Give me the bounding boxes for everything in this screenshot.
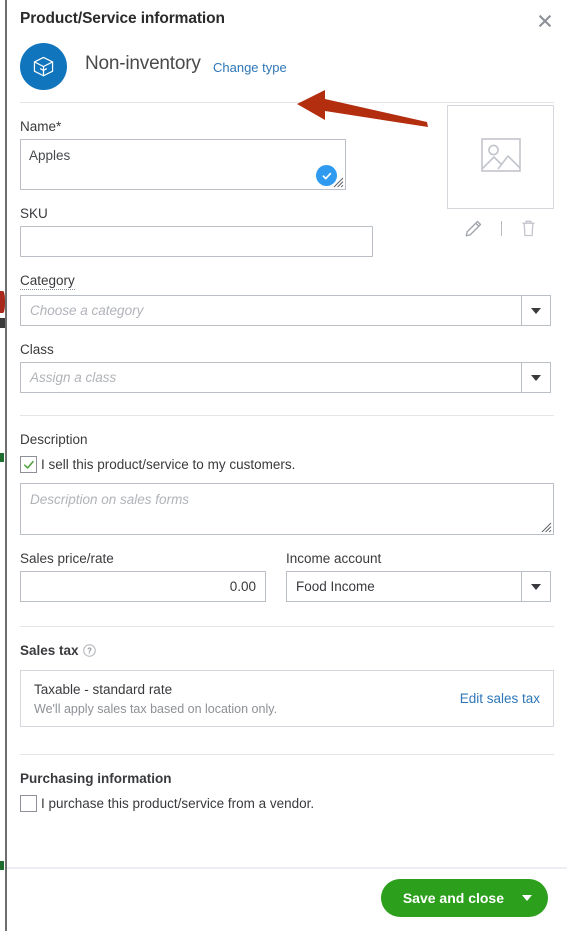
section-divider (20, 415, 554, 416)
class-dropdown[interactable]: Assign a class (20, 362, 551, 393)
pencil-icon[interactable] (464, 219, 483, 238)
modal-panel: Product/Service information Non-inventor… (7, 0, 567, 931)
income-account-value: Food Income (296, 579, 375, 594)
name-value: Apples (29, 148, 71, 163)
description-input[interactable]: Description on sales forms (20, 483, 554, 535)
save-and-close-button[interactable]: Save and close (380, 879, 548, 917)
sales-price-input[interactable]: 0.00 (20, 571, 266, 602)
category-dropdown[interactable]: Choose a category (20, 295, 551, 326)
modal-footer: Save and close (7, 869, 567, 931)
open-box-icon (20, 43, 67, 90)
background-shape (0, 291, 5, 313)
product-type-label: Non-inventory (85, 53, 201, 74)
sell-checkbox-row[interactable]: I sell this product/service to my custom… (20, 456, 554, 473)
sales-tax-label: Sales tax (20, 643, 79, 658)
sales-price-label: Sales price/rate (20, 551, 114, 566)
image-tools (447, 216, 554, 240)
question-circle-icon[interactable]: ? (82, 644, 96, 657)
modal-header: Product/Service information (7, 0, 567, 40)
income-account-group: Income account Food Income (286, 535, 551, 602)
chevron-down-icon[interactable] (521, 572, 550, 601)
save-button-label: Save and close (402, 890, 504, 906)
chevron-down-icon[interactable] (521, 296, 550, 325)
name-input[interactable]: Apples (20, 139, 346, 190)
trash-icon[interactable] (520, 219, 537, 238)
sales-tax-card: Taxable - standard rate We'll apply sale… (20, 670, 554, 727)
edit-sales-tax-link[interactable]: Edit sales tax (460, 691, 540, 706)
price-income-row: Sales price/rate 0.00 Income account Foo… (20, 535, 554, 602)
product-image-block (447, 105, 554, 240)
page-title: Product/Service information (20, 10, 225, 27)
purchase-checkbox[interactable] (20, 795, 37, 812)
purchase-checkbox-label: I purchase this product/service from a v… (41, 796, 315, 811)
background-page-sliver (0, 0, 7, 931)
resize-grip-icon[interactable] (541, 522, 552, 533)
description-label: Description (20, 432, 88, 447)
income-account-dropdown[interactable]: Food Income (286, 571, 551, 602)
sku-input[interactable] (20, 226, 373, 257)
chevron-down-icon[interactable] (522, 895, 532, 901)
class-label: Class (20, 342, 54, 357)
income-account-label: Income account (286, 551, 382, 566)
section-divider (20, 626, 554, 627)
sell-checkbox[interactable] (20, 456, 37, 473)
chevron-down-icon[interactable] (521, 363, 550, 392)
background-shape (0, 318, 5, 328)
category-value: Choose a category (30, 303, 144, 318)
background-shape (0, 453, 4, 462)
section-divider (20, 754, 554, 755)
change-type-link[interactable]: Change type (213, 60, 287, 75)
image-placeholder-icon[interactable] (447, 105, 554, 209)
sales-price-group: Sales price/rate 0.00 (20, 535, 266, 602)
purchasing-label: Purchasing information (20, 771, 172, 786)
resize-grip-icon[interactable] (333, 177, 344, 188)
class-value: Assign a class (30, 370, 117, 385)
sales-tax-section: Sales tax? (20, 643, 96, 658)
name-label: Name* (20, 119, 62, 134)
product-service-modal: Product/Service information Non-inventor… (0, 0, 567, 931)
close-icon[interactable] (535, 11, 555, 31)
background-shape (0, 861, 4, 870)
sell-checkbox-label: I sell this product/service to my custom… (41, 457, 296, 472)
sku-label: SKU (20, 206, 48, 221)
modal-body: Name* Apples SKU Category Choose a categ… (7, 103, 567, 812)
sales-price-value: 0.00 (229, 579, 256, 594)
sku-field[interactable] (21, 227, 372, 256)
tool-divider (501, 220, 502, 236)
purchase-checkbox-row[interactable]: I purchase this product/service from a v… (20, 795, 554, 812)
description-placeholder: Description on sales forms (30, 492, 190, 507)
svg-text:?: ? (87, 647, 92, 656)
product-type-row: Non-inventory Change type (7, 40, 567, 127)
category-label: Category (20, 273, 75, 290)
